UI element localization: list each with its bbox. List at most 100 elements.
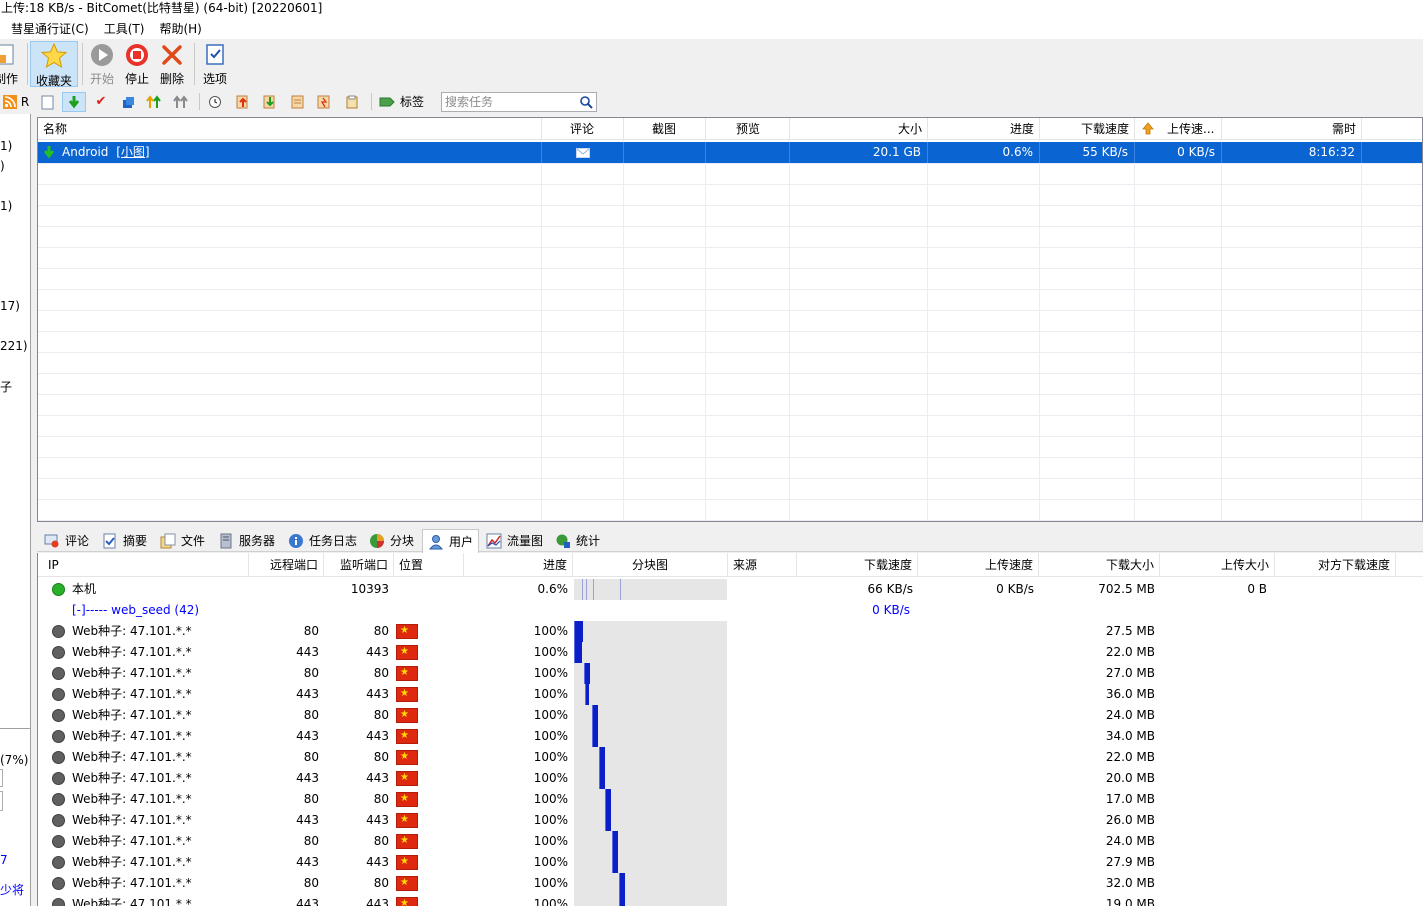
col-preview[interactable]: 预览 xyxy=(706,118,790,140)
preview-link[interactable]: [小图] xyxy=(116,145,149,159)
peer-row[interactable]: Web种子: 47.101.*.* 443 443 100% 22.0 MB xyxy=(38,642,1423,663)
grid-row-line xyxy=(38,373,1422,374)
web-seed-icon xyxy=(52,835,65,848)
delete-button[interactable]: 删除 xyxy=(157,41,187,87)
tab-traffic-graph[interactable]: 流量图 xyxy=(481,529,548,552)
peer-remote-port: 443 xyxy=(296,771,319,785)
download-filter-icon[interactable] xyxy=(62,92,86,112)
new-task-icon[interactable] xyxy=(39,94,55,110)
tags-label[interactable]: 标签 xyxy=(398,94,426,110)
speed-up-icon[interactable] xyxy=(235,94,251,110)
tab-task-log[interactable]: 任务日志 xyxy=(283,529,362,552)
peer-downloaded: 702.5 MB xyxy=(1098,582,1155,596)
sidebar-item[interactable]: 子 xyxy=(0,378,12,395)
col-ip[interactable]: IP xyxy=(43,553,249,577)
col-comment[interactable]: 评论 xyxy=(542,118,624,140)
tab-trackers[interactable]: 服务器 xyxy=(213,529,280,552)
peer-group-row[interactable]: [-]----- web_seed (42) 0 KB/s xyxy=(38,600,1423,621)
sidebar-control[interactable] xyxy=(0,791,3,811)
upload-arrow-icon xyxy=(1142,122,1154,138)
sidebar-item[interactable]: 17) xyxy=(0,299,20,313)
tag-icon[interactable] xyxy=(379,94,395,110)
peer-piece-map xyxy=(574,810,727,831)
peer-row[interactable]: Web种子: 47.101.*.* 443 443 100% 36.0 MB xyxy=(38,684,1423,705)
tab-pieces[interactable]: 分块 xyxy=(364,529,419,552)
files-icon[interactable] xyxy=(120,94,136,110)
peer-row-local[interactable]: 本机 10393 0.6% 66 KB/s 0 KB/s 702.5 MB 0 … xyxy=(38,579,1423,600)
peer-row[interactable]: Web种子: 47.101.*.* 443 443 100% 19.0 MB xyxy=(38,894,1423,906)
move-up-icon[interactable] xyxy=(146,94,162,110)
tab-summary[interactable]: 摘要 xyxy=(97,529,152,552)
tab-comments[interactable]: 评论 xyxy=(39,529,94,552)
tab-statistics[interactable]: 统计 xyxy=(550,529,605,552)
peer-row[interactable]: Web种子: 47.101.*.* 80 80 100% 17.0 MB xyxy=(38,789,1423,810)
col-location[interactable]: 位置 xyxy=(394,553,464,577)
col-remote-port[interactable]: 远程端口 xyxy=(249,553,324,577)
col-screenshot[interactable]: 截图 xyxy=(624,118,706,140)
toolbar-separator xyxy=(194,43,195,85)
peer-row[interactable]: Web种子: 47.101.*.* 80 80 100% 22.0 MB xyxy=(38,747,1423,768)
sidebar-item[interactable]: ) xyxy=(0,159,5,173)
web-seed-group-label[interactable]: [-]----- web_seed (42) xyxy=(67,600,317,621)
peer-row[interactable]: Web种子: 47.101.*.* 443 443 100% 27.9 MB xyxy=(38,852,1423,873)
sidebar-item[interactable]: 221) xyxy=(0,339,28,353)
speed-down-icon[interactable] xyxy=(262,94,278,110)
detail-tabbar: 评论 摘要 文件 服务器 任务日志 分块 用户 流量图 统计 xyxy=(37,528,1423,553)
china-flag-icon xyxy=(396,855,418,870)
col-downloaded[interactable]: 下载大小 xyxy=(1039,553,1160,577)
tab-files[interactable]: 文件 xyxy=(155,529,210,552)
stop-button[interactable]: 停止 xyxy=(122,41,152,87)
piece-segment xyxy=(619,894,626,906)
peer-row[interactable]: Web种子: 47.101.*.* 80 80 100% 27.0 MB xyxy=(38,663,1423,684)
schedule-icon[interactable] xyxy=(316,94,332,110)
completed-filter-icon[interactable]: ✔ xyxy=(93,94,109,110)
col-download-speed[interactable]: 下载速度 xyxy=(1040,118,1135,140)
sidebar-item[interactable]: 1) xyxy=(0,139,12,153)
search-icon[interactable] xyxy=(579,95,593,112)
envelope-icon[interactable] xyxy=(575,147,590,158)
sidebar-link[interactable]: 7 xyxy=(0,853,8,867)
col-time-left[interactable]: 需时 xyxy=(1222,118,1362,140)
peer-row[interactable]: Web种子: 47.101.*.* 443 443 100% 34.0 MB xyxy=(38,726,1423,747)
peer-row[interactable]: Web种子: 47.101.*.* 80 80 100% 24.0 MB xyxy=(38,831,1423,852)
col-uploaded[interactable]: 上传大小 xyxy=(1160,553,1275,577)
favorites-button[interactable]: 收藏夹 xyxy=(30,41,78,88)
menu-passport[interactable]: 彗星通行证(C) xyxy=(11,20,89,37)
peer-row[interactable]: Web种子: 47.101.*.* 443 443 100% 26.0 MB xyxy=(38,810,1423,831)
timer-icon[interactable] xyxy=(207,94,223,110)
peer-listen-port: 443 xyxy=(366,771,389,785)
col-listen-port[interactable]: 监听端口 xyxy=(324,553,394,577)
col-size[interactable]: 大小 xyxy=(790,118,928,140)
tab-peers[interactable]: 用户 xyxy=(422,529,480,553)
sidebar-control[interactable] xyxy=(0,769,3,787)
col-source[interactable]: 来源 xyxy=(728,553,797,577)
make-torrent-button[interactable]: 制作 xyxy=(0,41,20,87)
clipboard-icon[interactable] xyxy=(344,94,360,110)
peer-row[interactable]: Web种子: 47.101.*.* 80 80 100% 24.0 MB xyxy=(38,705,1423,726)
col-progress[interactable]: 进度 xyxy=(464,553,573,577)
sidebar-link[interactable]: 少将 xyxy=(0,881,24,898)
col-peer-download-speed[interactable]: 对方下载速度 xyxy=(1275,553,1396,577)
col-upload-speed[interactable]: 上传速度 xyxy=(918,553,1039,577)
col-progress[interactable]: 进度 xyxy=(928,118,1040,140)
sidebar-item[interactable]: 1) xyxy=(0,199,12,213)
task-row[interactable]: Android [小图] 20.1 GB 0.6% 55 KB/s 0 KB/s… xyxy=(38,142,1422,163)
rss-icon[interactable] xyxy=(2,94,18,110)
grid-row-line xyxy=(38,331,1422,332)
start-button[interactable]: 开始 xyxy=(88,41,116,87)
menu-tools[interactable]: 工具(T) xyxy=(104,20,145,37)
col-name[interactable]: 名称 xyxy=(38,118,542,140)
tab-comments-label: 评论 xyxy=(65,534,90,548)
list-icon[interactable] xyxy=(290,94,306,110)
peer-row[interactable]: Web种子: 47.101.*.* 80 80 100% 27.5 MB xyxy=(38,621,1423,642)
options-button[interactable]: 选项 xyxy=(200,41,230,87)
peer-list-header: IP 远程端口 监听端口 位置 进度 分块图 来源 下载速度 上传速度 下载大小… xyxy=(38,553,1423,577)
col-download-speed[interactable]: 下载速度 xyxy=(797,553,918,577)
peer-listen-port: 10393 xyxy=(350,582,389,596)
col-piece-map[interactable]: 分块图 xyxy=(573,553,728,577)
peer-row[interactable]: Web种子: 47.101.*.* 443 443 100% 20.0 MB xyxy=(38,768,1423,789)
search-input[interactable] xyxy=(442,93,572,111)
peer-row[interactable]: Web种子: 47.101.*.* 80 80 100% 32.0 MB xyxy=(38,873,1423,894)
menu-help[interactable]: 帮助(H) xyxy=(159,20,201,37)
move-top-icon[interactable] xyxy=(173,94,189,110)
